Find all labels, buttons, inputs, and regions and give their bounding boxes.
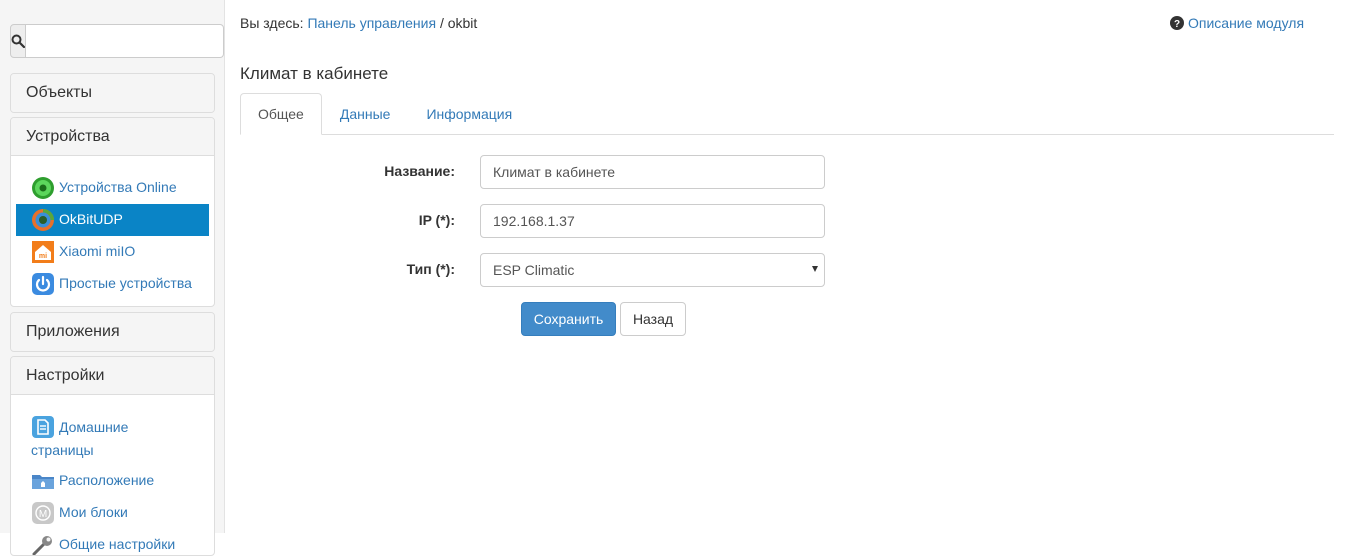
panel-heading-objects[interactable]: Объекты xyxy=(11,74,214,112)
ip-field[interactable]: 192.168.1.37 xyxy=(480,204,825,238)
ip-label: IP (*): xyxy=(418,212,455,228)
breadcrumb-link-control-panel[interactable]: Панель управления xyxy=(307,15,436,31)
folder-icon xyxy=(32,474,54,489)
breadcrumb-current: okbit xyxy=(447,15,478,31)
m-block-icon: M xyxy=(32,501,54,524)
sidebar: Объекты Устройства Устройства Online OkB… xyxy=(0,0,225,556)
svg-text:M: M xyxy=(39,509,47,520)
sidebar-item-label: Простые устройства xyxy=(59,275,192,291)
sidebar-item-devices-online[interactable]: Устройства Online xyxy=(16,172,209,204)
page-title: Климат в кабинете xyxy=(240,64,389,83)
question-circle-icon: ? xyxy=(1170,16,1184,30)
save-button[interactable]: Сохранить xyxy=(521,302,616,336)
tab-data[interactable]: Данные xyxy=(322,93,409,135)
search-icon xyxy=(11,34,25,48)
sidebar-item-label: Устройства Online xyxy=(59,179,177,195)
xiaomi-home-icon: mi xyxy=(32,241,54,263)
svg-text:?: ? xyxy=(1174,19,1180,30)
panel-devices: Устройства Устройства Online OkBitUDP mi… xyxy=(10,117,215,307)
sidebar-item-simple-devices[interactable]: Простые устройства xyxy=(16,268,209,300)
svg-text:mi: mi xyxy=(39,253,47,260)
settings-list: Домашние страницы Расположение M Мои бло… xyxy=(11,395,214,555)
document-icon xyxy=(32,415,54,438)
devices-list: Устройства Online OkBitUDP mi Xiaomi miI… xyxy=(11,156,214,306)
search-input[interactable] xyxy=(26,24,224,58)
sidebar-item-label: OkBitUDP xyxy=(59,211,123,227)
search-button[interactable] xyxy=(10,24,26,58)
okbit-icon xyxy=(32,209,54,231)
module-help-link[interactable]: ? Описание модуля xyxy=(1170,15,1304,31)
tab-bar: Общее Данные Информация xyxy=(240,93,1334,135)
breadcrumb: Вы здесь: Панель управления / okbit xyxy=(240,15,477,31)
type-label: Тип (*): xyxy=(406,261,455,277)
sidebar-item-xiaomi[interactable]: mi Xiaomi miIO xyxy=(16,236,209,268)
tab-general[interactable]: Общее xyxy=(240,93,322,135)
breadcrumb-separator: / xyxy=(439,15,444,31)
panel-heading-settings[interactable]: Настройки xyxy=(11,357,214,395)
type-select[interactable]: ESP Climatic xyxy=(480,253,825,287)
name-label: Название: xyxy=(384,163,455,179)
sidebar-item-label: Xiaomi miIO xyxy=(59,243,136,259)
back-button[interactable]: Назад xyxy=(620,302,686,336)
form-row-ip: IP (*): 192.168.1.37 xyxy=(240,204,840,238)
sidebar-item-label: Мои блоки xyxy=(59,503,128,520)
type-select-value: ESP Climatic xyxy=(493,262,575,278)
name-field[interactable]: Климат в кабинете xyxy=(480,155,825,189)
sidebar-item-home-pages[interactable]: Домашние страницы xyxy=(16,412,209,465)
tab-info[interactable]: Информация xyxy=(408,93,530,135)
sidebar-item-location[interactable]: Расположение xyxy=(16,465,209,497)
sidebar-item-label: Расположение xyxy=(59,471,155,488)
chevron-down-icon xyxy=(812,266,818,272)
breadcrumb-prefix: Вы здесь: xyxy=(240,15,304,31)
wrench-icon xyxy=(32,535,52,555)
panel-apps: Приложения xyxy=(10,312,215,352)
form-row-name: Название: Климат в кабинете xyxy=(240,155,840,189)
form-row-type: Тип (*): ESP Climatic xyxy=(240,253,840,287)
search-group xyxy=(10,24,224,58)
module-help-label: Описание модуля xyxy=(1188,15,1305,31)
sidebar-item-label: Общие настройки xyxy=(59,535,176,552)
panel-settings: Настройки Домашние страницы Расположение xyxy=(10,356,215,556)
panel-objects: Объекты xyxy=(10,73,215,113)
sidebar-item-okbitudp[interactable]: OkBitUDP xyxy=(16,204,209,236)
power-icon xyxy=(32,273,54,295)
green-circle-icon xyxy=(32,177,54,199)
panel-heading-devices[interactable]: Устройства xyxy=(11,118,214,156)
panel-heading-apps[interactable]: Приложения xyxy=(11,313,214,351)
sidebar-item-my-blocks[interactable]: M Мои блоки xyxy=(16,497,209,529)
